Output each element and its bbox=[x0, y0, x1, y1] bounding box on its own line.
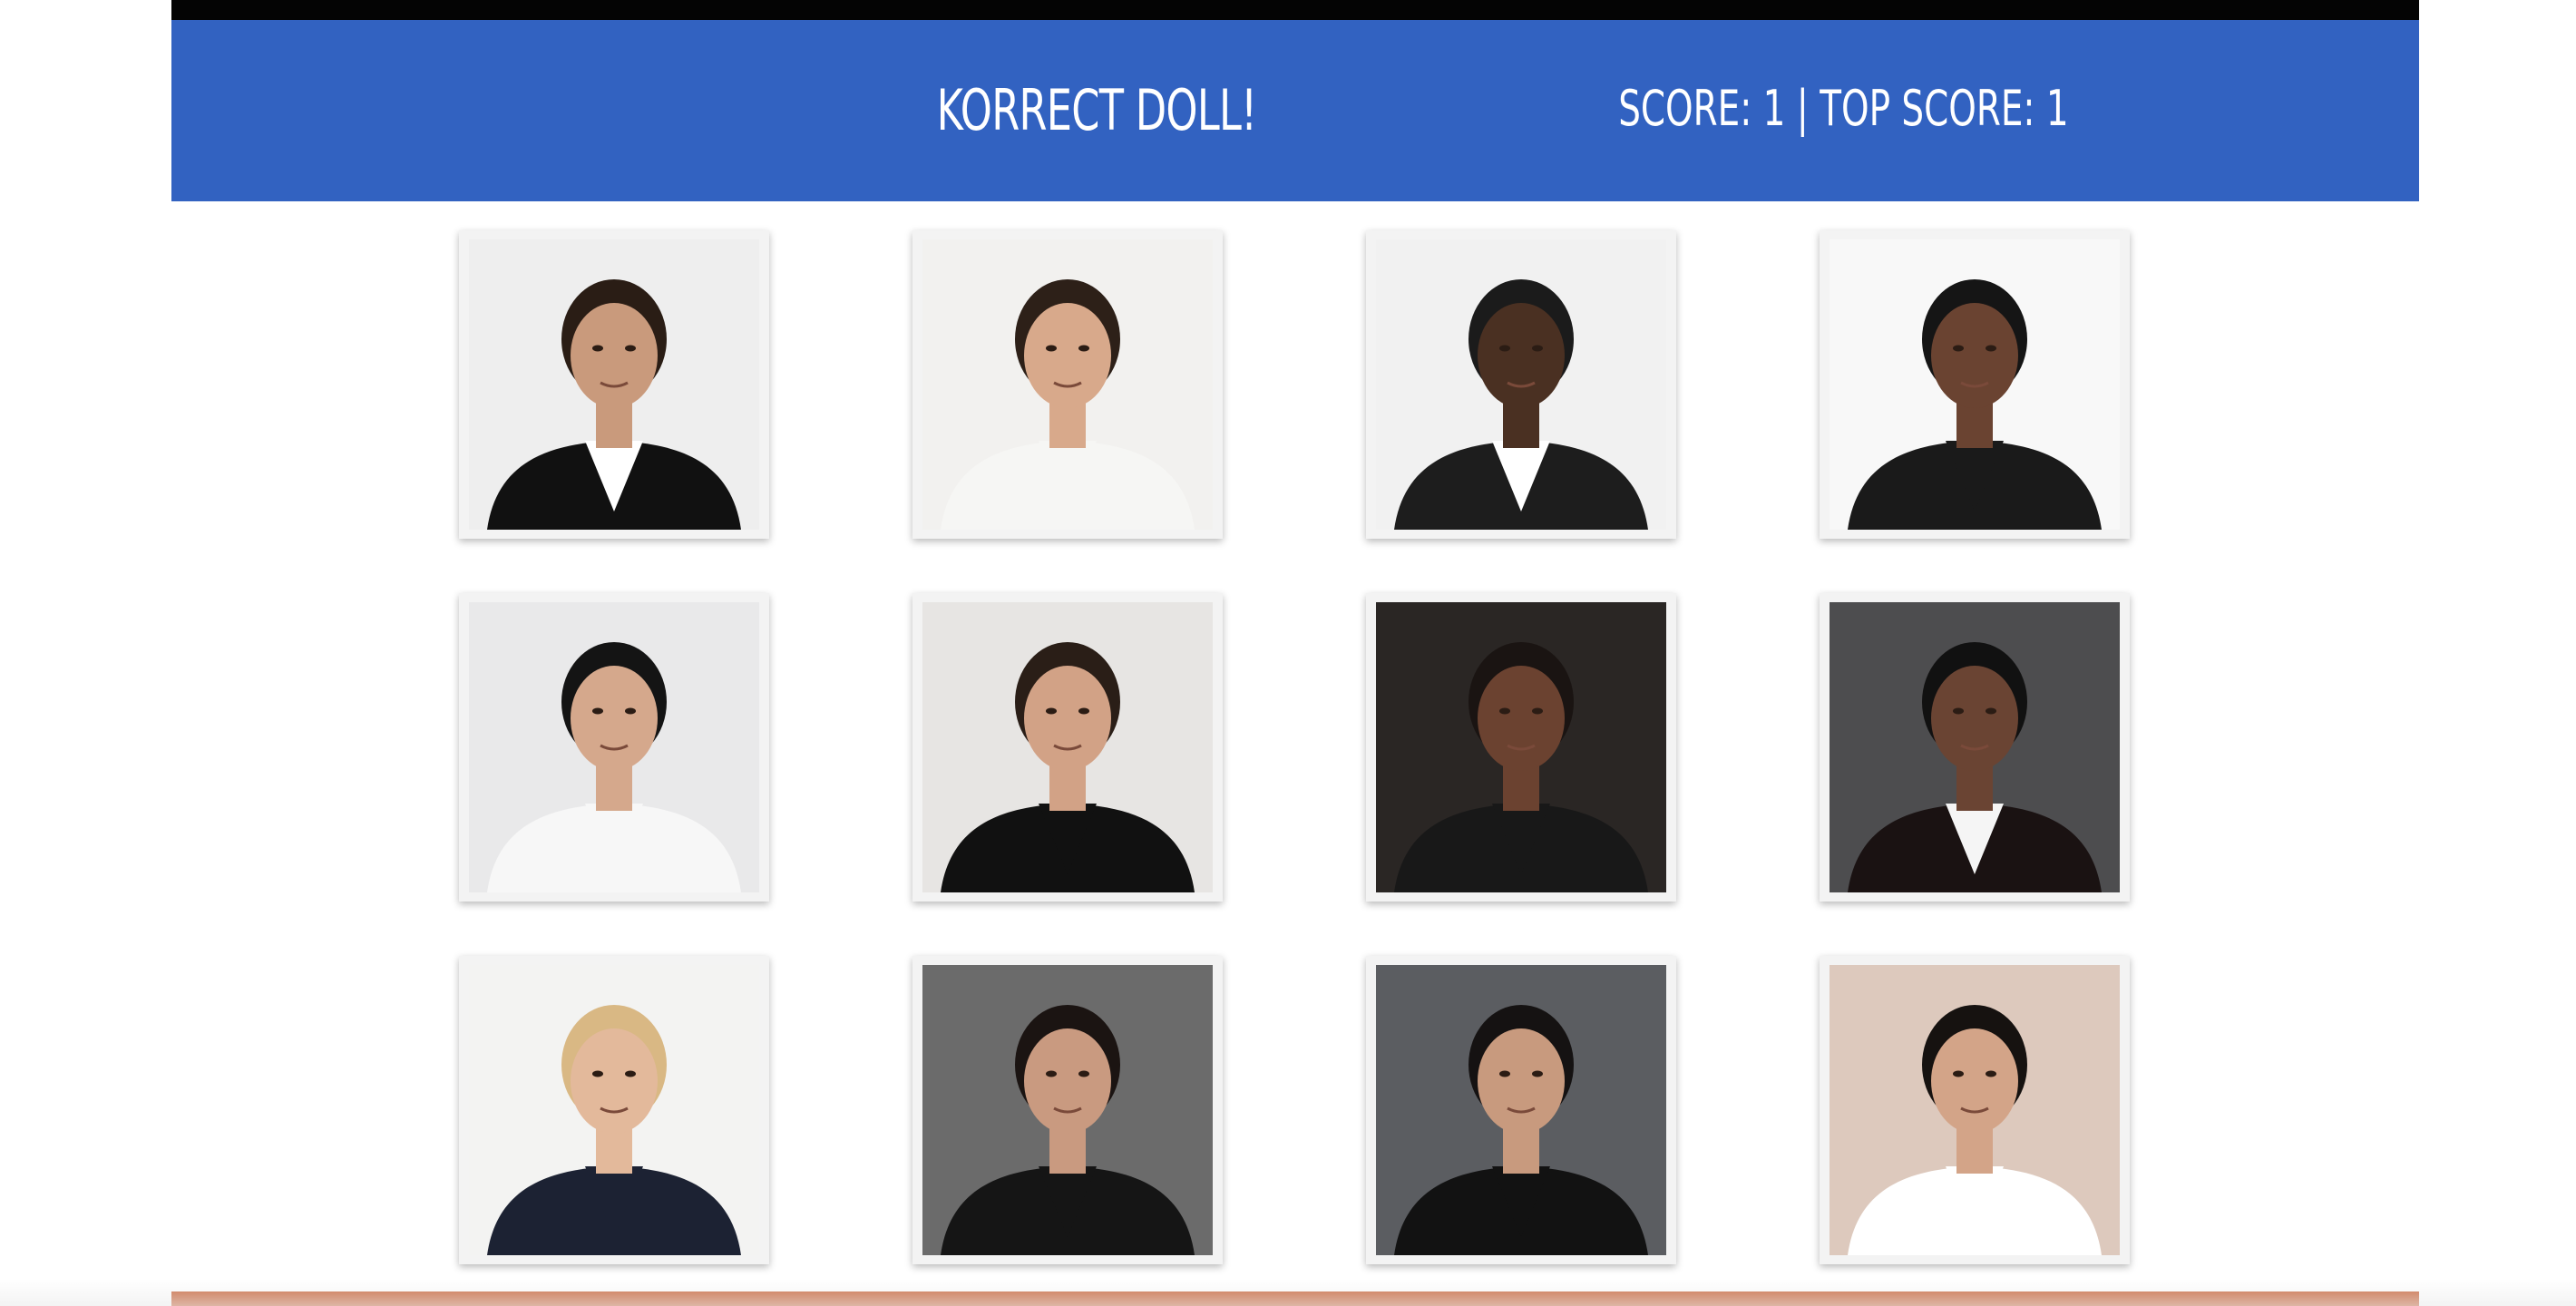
footer-bar bbox=[171, 1291, 2419, 1306]
character-photo bbox=[1376, 965, 1666, 1255]
top-score-label: TOP SCORE: bbox=[1820, 80, 2035, 137]
character-card[interactable] bbox=[1366, 230, 1676, 539]
character-photo bbox=[1830, 602, 2120, 892]
score-display: SCORE: 1 | TOP SCORE: 1 bbox=[1618, 20, 2068, 201]
character-photo bbox=[922, 965, 1213, 1255]
character-photo bbox=[469, 239, 759, 530]
character-card[interactable] bbox=[459, 956, 769, 1264]
character-card[interactable] bbox=[459, 593, 769, 902]
character-card[interactable] bbox=[1820, 956, 2130, 1264]
top-bar bbox=[171, 0, 2419, 20]
score-label: SCORE: bbox=[1618, 80, 1752, 137]
header-bar: KORRECT DOLL! SCORE: 1 | TOP SCORE: 1 bbox=[171, 20, 2419, 201]
character-card[interactable] bbox=[459, 230, 769, 539]
character-photo bbox=[922, 239, 1213, 530]
card-grid bbox=[459, 230, 2132, 1264]
character-card[interactable] bbox=[912, 956, 1223, 1264]
game-title: KORRECT DOLL! bbox=[936, 77, 1257, 143]
character-photo bbox=[1830, 239, 2120, 530]
character-card[interactable] bbox=[1820, 230, 2130, 539]
character-photo bbox=[469, 602, 759, 892]
character-photo bbox=[1830, 965, 2120, 1255]
score-separator: | bbox=[1796, 80, 1809, 137]
character-card[interactable] bbox=[912, 230, 1223, 539]
score-value: 1 bbox=[1762, 80, 1786, 137]
character-photo bbox=[922, 602, 1213, 892]
top-score-value: 1 bbox=[2045, 80, 2069, 137]
character-card[interactable] bbox=[912, 593, 1223, 902]
character-photo bbox=[469, 965, 759, 1255]
character-photo bbox=[1376, 602, 1666, 892]
character-card[interactable] bbox=[1366, 956, 1676, 1264]
character-card[interactable] bbox=[1366, 593, 1676, 902]
character-card[interactable] bbox=[1820, 593, 2130, 902]
character-photo bbox=[1376, 239, 1666, 530]
